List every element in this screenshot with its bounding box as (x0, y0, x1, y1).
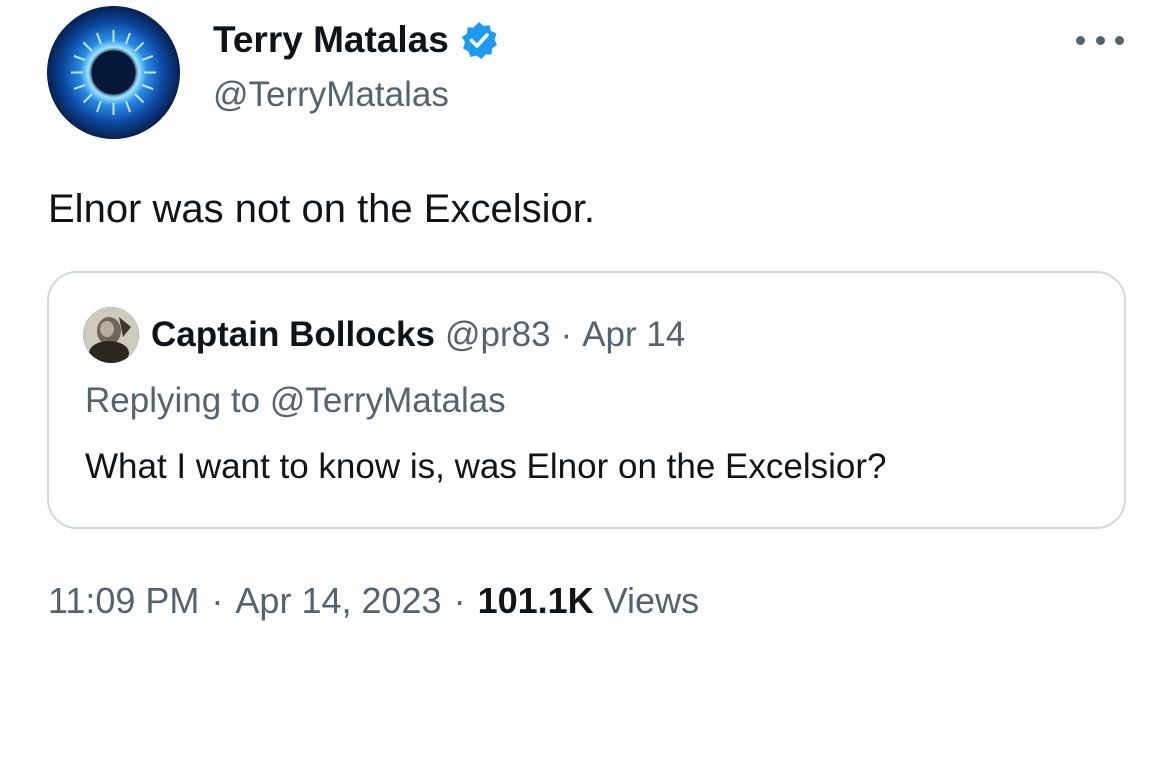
tweet-date[interactable]: Apr 14, 2023 (235, 578, 441, 624)
author-name[interactable]: Terry Matalas (213, 18, 499, 62)
tweet-text: Elnor was not on the Excelsior. (48, 187, 595, 231)
quote-author-handle[interactable]: @pr83 (445, 313, 551, 357)
meta-separator: · (453, 580, 466, 621)
quote-text: What I want to know is, was Elnor on the… (85, 447, 887, 486)
more-dot (1095, 35, 1105, 45)
views-label: Views (603, 580, 700, 621)
tweet-meta: 11:09 PM · Apr 14, 2023 · 101.1K Views (48, 578, 699, 624)
tweet-time[interactable]: 11:09 PM (48, 578, 199, 624)
tweet: Terry Matalas @TerryMatalas Elnor was no… (0, 0, 1170, 772)
quote-date[interactable]: Apr 14 (582, 313, 685, 357)
quote-avatar[interactable] (83, 307, 139, 363)
views-count[interactable]: 101.1K (478, 580, 594, 621)
quote-header: Captain Bollocks @pr83 · Apr 14 (151, 313, 685, 357)
author-avatar[interactable] (47, 6, 180, 139)
quote-replying-to: Replying to @TerryMatalas (85, 381, 506, 420)
quote-author-name[interactable]: Captain Bollocks (151, 313, 435, 357)
quote-separator: · (560, 315, 573, 354)
author-handle[interactable]: @TerryMatalas (213, 74, 449, 116)
meta-separator: · (211, 580, 224, 621)
more-dot (1076, 35, 1085, 45)
blue-ring-portal-icon (47, 6, 180, 139)
quoted-tweet-card[interactable]: Captain Bollocks @pr83 · Apr 14 Replying… (47, 271, 1126, 529)
more-dot (1115, 35, 1124, 45)
verified-badge-icon (459, 20, 499, 60)
more-options-icon[interactable] (1076, 30, 1124, 50)
user-photo-icon (83, 307, 139, 363)
author-name-text[interactable]: Terry Matalas (213, 18, 449, 62)
